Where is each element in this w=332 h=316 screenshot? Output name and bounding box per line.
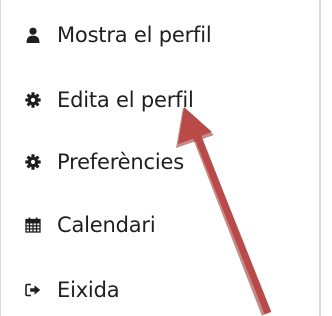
- user-dropdown-menu: Mostra el perfil Edita el perfil Preferè…: [0, 0, 321, 316]
- sign-out-icon: [25, 282, 41, 298]
- menu-item-label: Calendari: [57, 213, 156, 237]
- menu-item-calendar[interactable]: Calendari: [1, 205, 319, 245]
- menu-item-label: Eixida: [57, 278, 120, 302]
- calendar-icon: [25, 217, 41, 233]
- menu-item-preferences[interactable]: Preferències: [1, 142, 319, 182]
- menu-item-label: Preferències: [57, 150, 184, 174]
- menu-item-show-profile[interactable]: Mostra el perfil: [1, 15, 319, 55]
- gear-icon: [25, 154, 41, 170]
- user-icon: [25, 27, 41, 43]
- menu-item-label: Edita el perfil: [57, 88, 194, 112]
- menu-item-edit-profile[interactable]: Edita el perfil: [1, 80, 319, 120]
- menu-item-logout[interactable]: Eixida: [1, 270, 319, 310]
- gear-icon: [25, 92, 41, 108]
- menu-item-label: Mostra el perfil: [57, 23, 212, 47]
